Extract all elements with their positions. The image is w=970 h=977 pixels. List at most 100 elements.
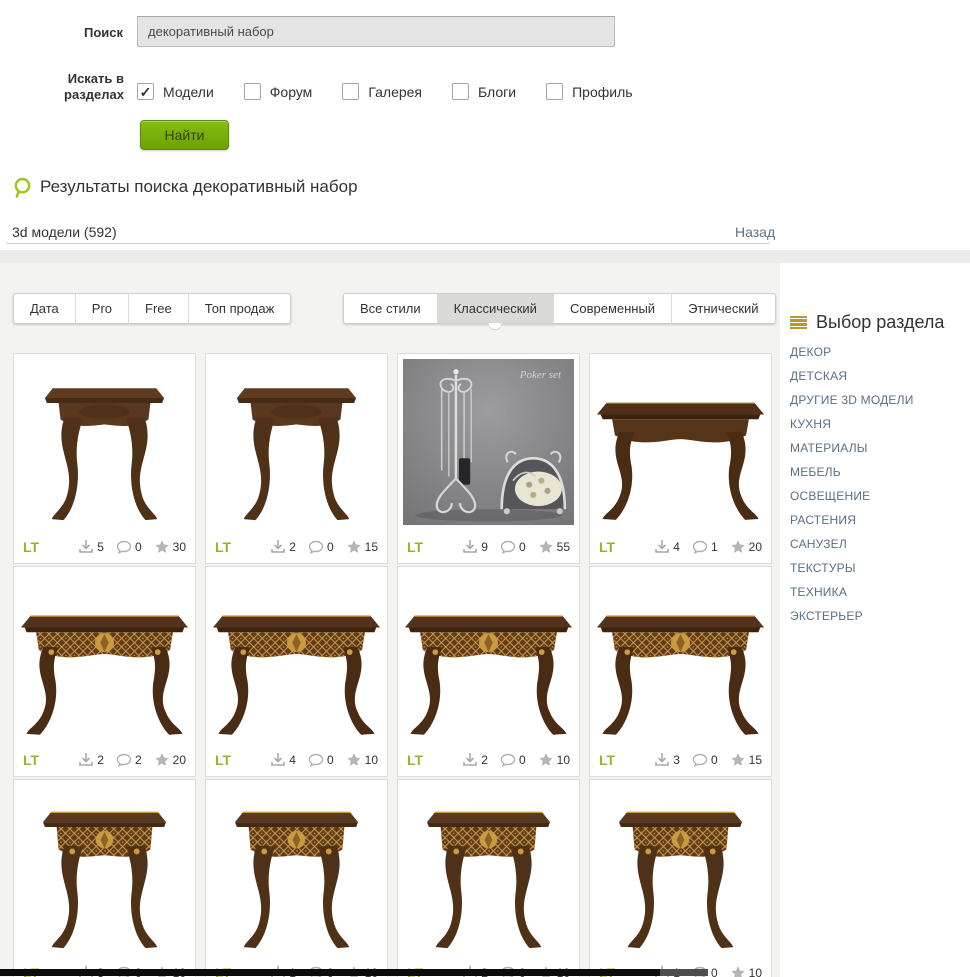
- checkbox-box[interactable]: ✓: [137, 83, 154, 100]
- search-input[interactable]: [137, 16, 615, 47]
- star-icon: [539, 539, 553, 553]
- section-checkbox-item[interactable]: ✓ Модели: [137, 83, 214, 100]
- sidebar-item[interactable]: ДРУГИЕ 3D МОДЕЛИ: [790, 388, 968, 412]
- model-card[interactable]: LT 2 0: [397, 779, 580, 977]
- model-thumbnail[interactable]: [206, 567, 387, 743]
- section-list-icon: [790, 315, 807, 330]
- license-badge: LT: [407, 751, 424, 768]
- sidebar-item[interactable]: МАТЕРИАЛЫ: [790, 436, 968, 460]
- checkbox-box[interactable]: ✓: [342, 83, 360, 100]
- download-icon: [79, 752, 94, 766]
- checkbox-label: Галерея: [368, 83, 423, 100]
- section-checkbox-item[interactable]: ✓ Галерея: [342, 83, 422, 100]
- sidebar-item[interactable]: ДЕКОР: [790, 340, 968, 364]
- style-tab[interactable]: Классический: [436, 294, 553, 323]
- sort-tab[interactable]: Pro: [74, 294, 128, 323]
- sidebar-item[interactable]: КУХНЯ: [790, 412, 968, 436]
- gray-band: [0, 250, 970, 263]
- model-card[interactable]: LT 3 0: [13, 779, 196, 977]
- star-icon: [155, 539, 169, 553]
- checkbox-box[interactable]: ✓: [243, 83, 261, 100]
- comments-stat: 0: [692, 752, 718, 768]
- license-badge: LT: [23, 538, 40, 555]
- star-icon: [731, 752, 745, 766]
- model-thumbnail[interactable]: [206, 780, 387, 956]
- downloads-count: 5: [97, 539, 104, 554]
- card-stats-bar: LT 4 1 20: [590, 530, 771, 563]
- downloads-count: 2: [289, 539, 296, 554]
- downloads-count: 4: [289, 752, 296, 767]
- license-badge: LT: [215, 751, 232, 768]
- sidebar-item[interactable]: ЭКСТЕРЬЕР: [790, 604, 968, 628]
- model-card[interactable]: LT 4 1 20: [589, 353, 772, 564]
- model-thumbnail[interactable]: [590, 354, 771, 530]
- sidebar-item[interactable]: РАСТЕНИЯ: [790, 508, 968, 532]
- model-thumbnail[interactable]: [206, 354, 387, 530]
- rating-stat: 10: [538, 752, 570, 768]
- sidebar-item[interactable]: ОСВЕЩЕНИЕ: [790, 484, 968, 508]
- model-thumbnail[interactable]: [14, 354, 195, 530]
- results-title: Результаты поиска декоративный набор: [40, 177, 358, 196]
- model-card[interactable]: Poker set LT 9 0 55: [397, 353, 580, 564]
- downloads-stat: 3: [654, 752, 680, 768]
- find-button[interactable]: Найти: [140, 120, 229, 150]
- card-stats-bar: LT 2 0: [398, 743, 579, 776]
- downloads-stat: 2: [78, 752, 104, 768]
- license-badge: LT: [23, 751, 40, 768]
- download-icon: [655, 752, 670, 766]
- back-link[interactable]: Назад: [735, 224, 775, 240]
- comment-icon: [692, 753, 708, 767]
- comment-icon: [692, 540, 708, 554]
- sort-tab[interactable]: Free: [128, 294, 188, 323]
- sidebar-item[interactable]: ТЕХНИКА: [790, 580, 968, 604]
- downloads-stat: 9: [462, 539, 488, 555]
- style-tab[interactable]: Современный: [552, 294, 671, 323]
- section-checkbox-item[interactable]: ✓ Блоги: [452, 83, 516, 100]
- model-card[interactable]: LT 2 0: [205, 353, 388, 564]
- download-icon: [271, 752, 286, 766]
- model-card[interactable]: LT 3 0: [589, 566, 772, 777]
- rating-stat: 15: [346, 539, 378, 555]
- sort-tab[interactable]: Топ продаж: [187, 294, 291, 323]
- comments-stat: 0: [308, 539, 334, 555]
- comment-icon: [500, 540, 516, 554]
- search-results-page: Поиск Искать в разделах ✓ Модели ✓ Форум…: [0, 0, 970, 977]
- model-card[interactable]: LT 1 0: [589, 779, 772, 977]
- model-thumbnail[interactable]: [590, 780, 771, 956]
- star-icon: [731, 965, 745, 977]
- model-card[interactable]: LT 2 2 20: [13, 566, 196, 777]
- rating-stat: 10: [346, 752, 378, 768]
- style-tab[interactable]: Этнический: [671, 294, 774, 323]
- model-thumbnail[interactable]: [590, 567, 771, 743]
- model-thumbnail[interactable]: Poker set: [398, 354, 579, 530]
- model-card[interactable]: LT 5 0 30: [13, 353, 196, 564]
- sort-tab[interactable]: Дата: [14, 294, 75, 323]
- sidebar-item[interactable]: МЕБЕЛЬ: [790, 460, 968, 484]
- comments-count: 0: [518, 752, 526, 767]
- rating-count: 10: [364, 752, 378, 767]
- model-card[interactable]: LT 2 0: [397, 566, 580, 777]
- checkbox-label: Модели: [163, 83, 214, 100]
- model-thumbnail[interactable]: [398, 567, 579, 743]
- model-card[interactable]: LT 4 0 10: [205, 566, 388, 777]
- model-thumbnail[interactable]: [14, 567, 195, 743]
- license-badge: LT: [599, 538, 616, 555]
- section-checkbox-item[interactable]: ✓ Профиль: [546, 83, 633, 100]
- checkbox-label: Профиль: [572, 83, 633, 100]
- sidebar-item[interactable]: САНУЗЕЛ: [790, 532, 968, 556]
- model-thumbnail[interactable]: [398, 780, 579, 956]
- rating-count: 30: [172, 539, 186, 554]
- downloads-stat: 2: [462, 752, 488, 768]
- section-checkbox-item[interactable]: ✓ Форум: [243, 83, 312, 100]
- star-icon: [731, 539, 745, 553]
- model-card[interactable]: LT 1 0: [205, 779, 388, 977]
- style-tab[interactable]: Все стили: [344, 294, 437, 323]
- downloads-stat: 2: [270, 539, 296, 555]
- rating-stat: 55: [538, 539, 570, 555]
- rating-stat: 20: [730, 539, 762, 555]
- sidebar-item[interactable]: ТЕКСТУРЫ: [790, 556, 968, 580]
- checkbox-box[interactable]: ✓: [452, 83, 470, 100]
- model-thumbnail[interactable]: [14, 780, 195, 956]
- sidebar-item[interactable]: ДЕТСКАЯ: [790, 364, 968, 388]
- checkbox-box[interactable]: ✓: [546, 83, 564, 100]
